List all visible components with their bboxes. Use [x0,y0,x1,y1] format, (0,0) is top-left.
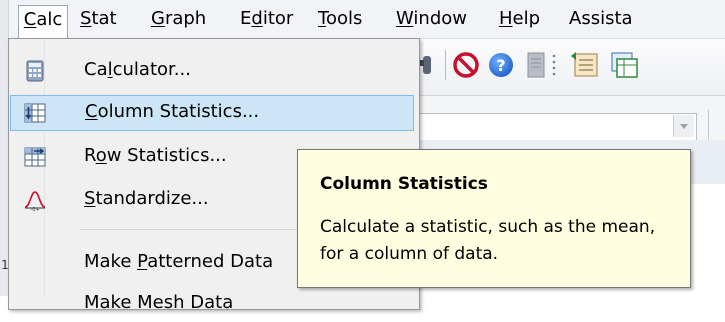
standardize-icon: -0+ [24,191,46,211]
column-statistics-icon [24,103,46,123]
menu-item-calculator[interactable]: Calculator... [10,53,414,89]
tooltip: Column Statistics Calculate a statistic,… [297,149,691,288]
tooltip-title: Column Statistics [320,174,488,194]
menu-help[interactable]: Help [495,6,544,32]
menu-assistant[interactable]: Assista [565,6,637,32]
row-statistics-icon [24,147,46,167]
menu-calc[interactable]: Calc [18,5,68,39]
worksheet-icon[interactable] [570,50,600,80]
document-icon[interactable] [526,52,546,78]
window-left-edge [0,0,9,38]
menu-item-column-statistics[interactable]: Column Statistics... [10,95,414,131]
menu-item-make-mesh-data[interactable]: Make Mesh Data [10,286,414,322]
no-entry-icon[interactable] [452,51,480,79]
svg-text:?: ? [496,56,505,75]
menu-window[interactable]: Window [392,6,471,32]
toolbar-dropdown[interactable] [410,113,697,141]
menu-editor[interactable]: Editor [236,6,297,32]
menu-stat[interactable]: Stat [76,6,121,32]
calculator-icon [26,60,44,82]
multi-sheet-icon[interactable] [610,50,638,80]
toolbar-separator [708,110,709,140]
svg-text:-0+: -0+ [30,207,39,211]
menu-graph[interactable]: Graph [147,6,210,32]
chevron-down-icon[interactable] [673,115,694,137]
toolbar-grip-icon[interactable] [552,50,556,80]
toolbar-separator [445,50,446,80]
tooltip-description: Calculate a statistic, such as the mean,… [320,217,656,264]
menu-tools[interactable]: Tools [314,6,366,32]
help-icon[interactable]: ? [487,51,515,79]
